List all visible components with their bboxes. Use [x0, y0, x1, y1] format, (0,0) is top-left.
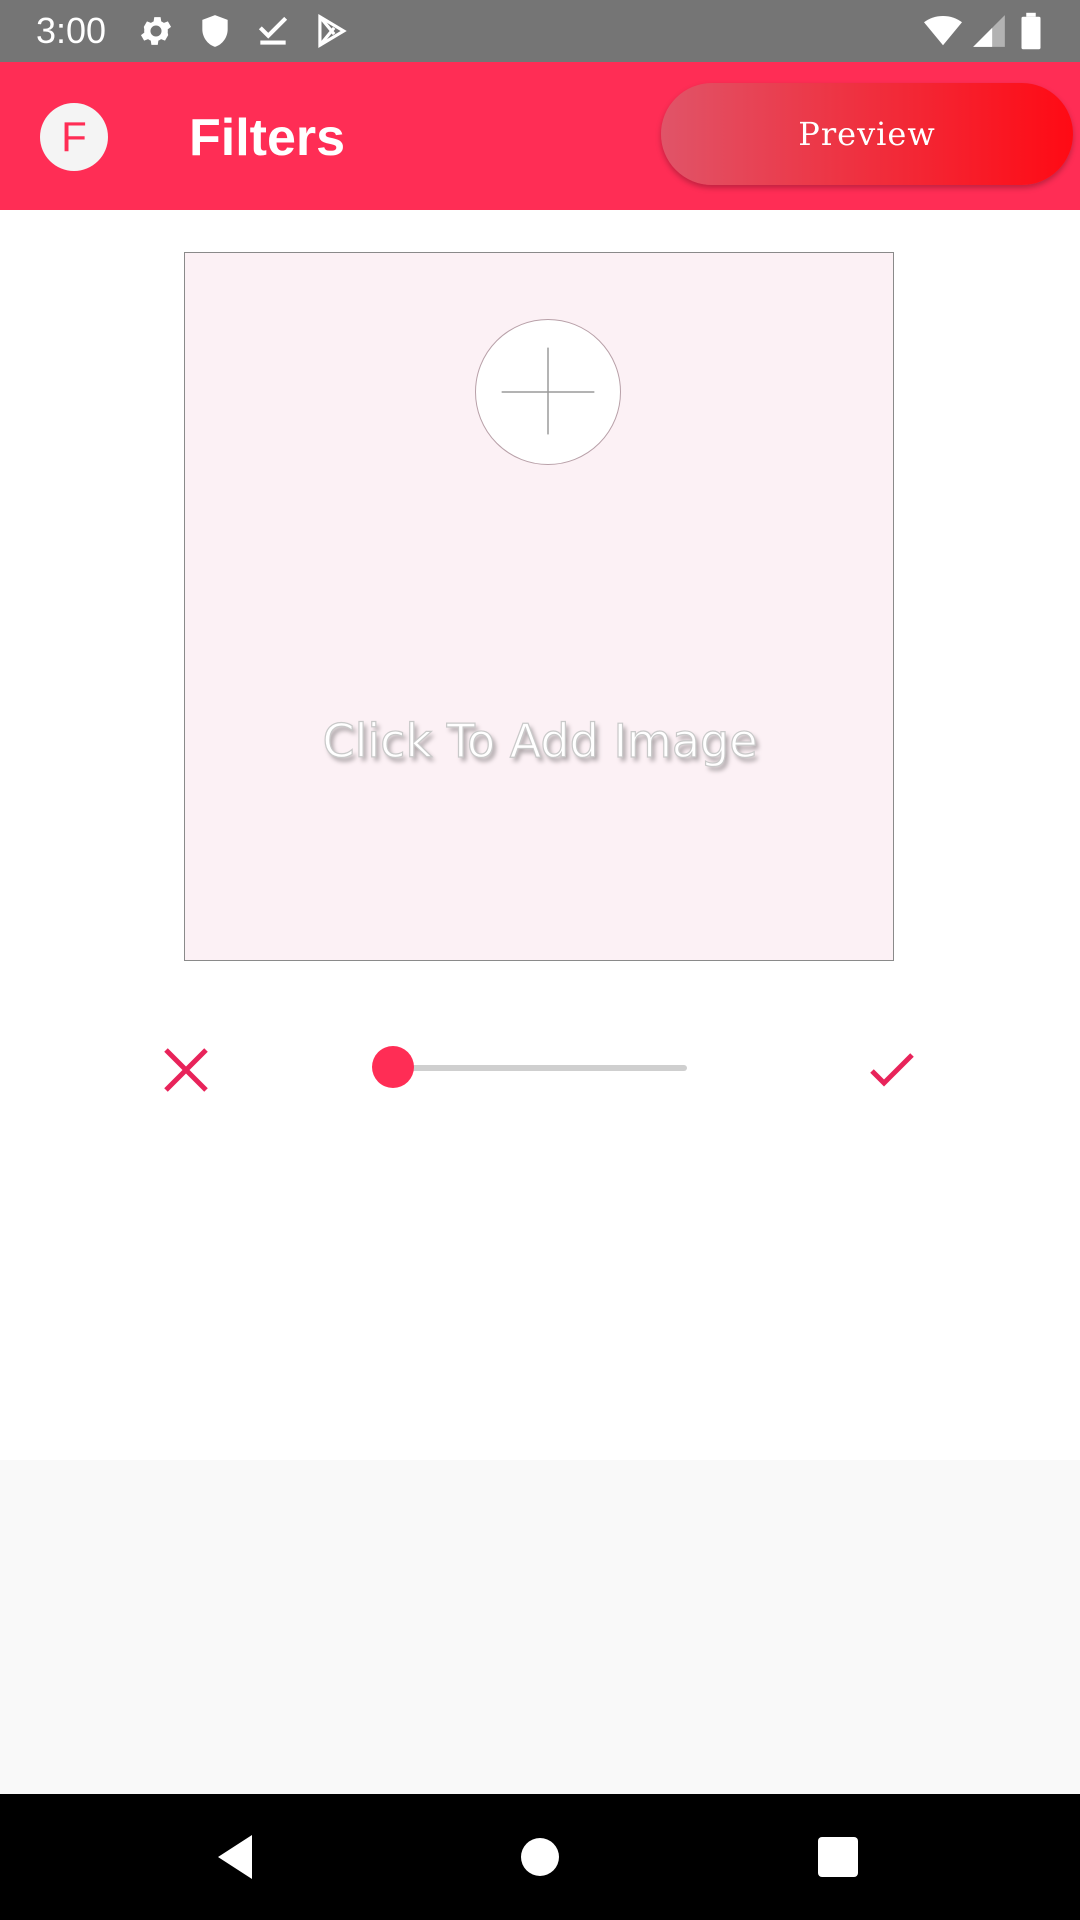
shield-icon — [196, 12, 234, 50]
slider-track — [393, 1065, 687, 1071]
gear-icon — [137, 12, 175, 50]
preview-button[interactable]: Preview — [661, 83, 1073, 185]
filter-intensity-slider[interactable] — [372, 1046, 687, 1090]
image-placeholder[interactable]: Click To Add Image — [184, 252, 894, 961]
recents-icon[interactable] — [808, 1827, 868, 1887]
download-check-icon — [254, 12, 292, 50]
add-image-label: Click To Add Image — [322, 713, 758, 768]
navigation-bar — [0, 1794, 1080, 1920]
avatar[interactable]: F — [40, 103, 108, 171]
status-bar: 3:00 — [0, 0, 1080, 62]
plus-icon — [501, 347, 595, 435]
back-icon[interactable] — [208, 1827, 268, 1887]
slider-thumb[interactable] — [372, 1046, 414, 1088]
page-title: Filters — [189, 109, 346, 167]
close-icon — [164, 1048, 208, 1092]
app-bar: F Filters Preview — [0, 62, 1080, 210]
battery-icon — [1016, 12, 1046, 50]
status-time: 3:00 — [36, 10, 107, 51]
cancel-button[interactable] — [160, 1044, 212, 1096]
signal-icon — [970, 12, 1008, 50]
home-icon[interactable] — [510, 1827, 570, 1887]
check-icon — [870, 1053, 914, 1087]
play-store-icon — [312, 12, 350, 50]
confirm-button[interactable] — [866, 1044, 918, 1096]
add-image-button[interactable] — [475, 319, 621, 465]
bottom-panel — [0, 1460, 1080, 1794]
wifi-icon — [922, 12, 964, 50]
screen: 3:00 F Filters Preview Click To Add Imag… — [0, 0, 1080, 1920]
